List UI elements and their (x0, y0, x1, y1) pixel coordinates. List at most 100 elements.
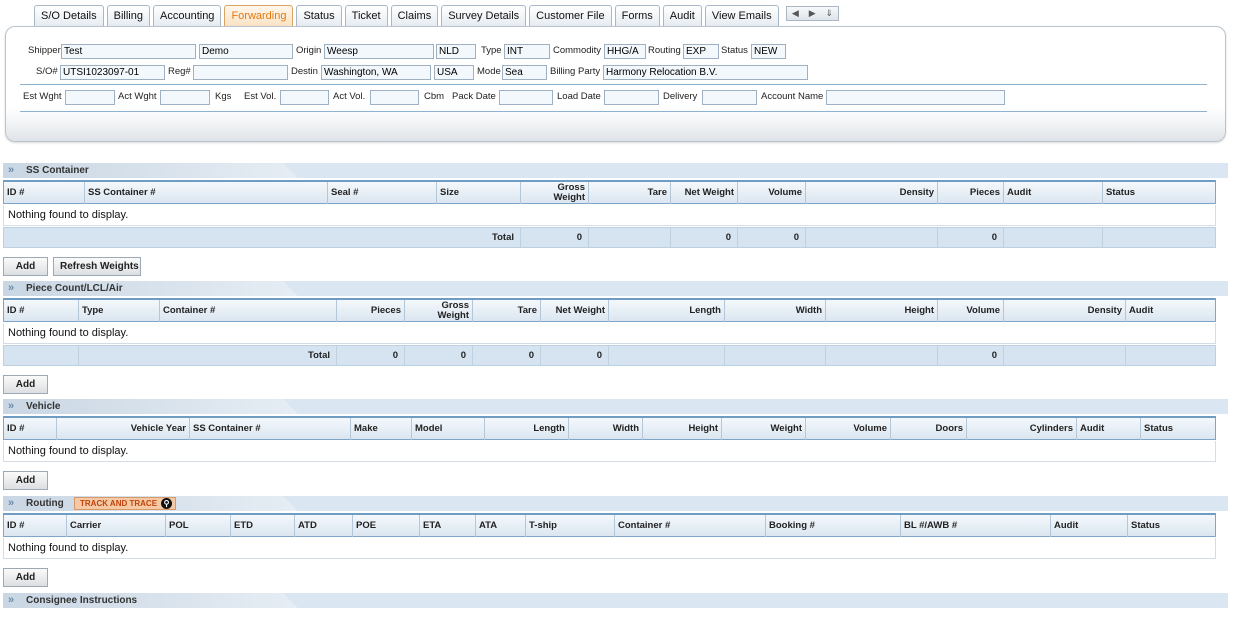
arrow-left-icon[interactable]: ◀ (792, 8, 799, 19)
tab-accounting[interactable]: Accounting (153, 5, 222, 26)
col-id[interactable]: ID # (4, 515, 67, 537)
tab-forms[interactable]: Forms (614, 5, 660, 26)
track-and-trace-button[interactable]: TRACK AND TRACE ⚲ (74, 497, 177, 510)
col-carrier[interactable]: Carrier (67, 515, 166, 537)
col-vehicle-year[interactable]: Vehicle Year (57, 418, 190, 440)
destin-city-field[interactable]: Washington, WA (321, 65, 431, 80)
col-volume[interactable]: Volume (938, 300, 1004, 322)
col-poe[interactable]: POE (353, 515, 420, 537)
status-field[interactable]: NEW (751, 44, 786, 59)
ss-container-section-bar[interactable]: » SS Container (3, 163, 1228, 178)
col-volume[interactable]: Volume (806, 418, 891, 440)
vehicle-add-button[interactable]: Add (3, 471, 48, 490)
col-weight[interactable]: Weight (722, 418, 806, 440)
reg-number-field[interactable] (193, 65, 288, 80)
act-vol-field[interactable] (370, 90, 419, 105)
col-id[interactable]: ID # (4, 418, 57, 440)
col-container[interactable]: Container # (160, 300, 337, 322)
tab-status[interactable]: Status (296, 5, 342, 26)
arrow-down-icon[interactable]: ⇓ (825, 8, 833, 19)
col-density[interactable]: Density (806, 182, 938, 204)
col-make[interactable]: Make (351, 418, 412, 440)
col-bl-awb[interactable]: BL #/AWB # (901, 515, 1051, 537)
col-atd[interactable]: ATD (295, 515, 353, 537)
type-field[interactable]: INT (504, 44, 550, 59)
col-model[interactable]: Model (412, 418, 485, 440)
piece-count-add-button[interactable]: Add (3, 375, 48, 394)
est-vol-field[interactable] (280, 90, 329, 105)
col-length[interactable]: Length (609, 300, 725, 322)
routing-field[interactable]: EXP (683, 44, 719, 59)
col-gross-weight[interactable]: Gross Weight (405, 300, 473, 322)
col-height[interactable]: Height (826, 300, 938, 322)
piece-count-section-bar[interactable]: » Piece Count/LCL/Air (3, 281, 1228, 296)
col-net-weight[interactable]: Net Weight (671, 182, 738, 204)
vehicle-section-bar[interactable]: » Vehicle (3, 399, 1228, 414)
mode-field[interactable]: Sea (502, 65, 547, 80)
col-ata[interactable]: ATA (476, 515, 526, 537)
col-audit[interactable]: Audit (1077, 418, 1141, 440)
col-tare[interactable]: Tare (589, 182, 671, 204)
col-type[interactable]: Type (79, 300, 160, 322)
tab-so-details[interactable]: S/O Details (34, 5, 104, 26)
col-booking[interactable]: Booking # (766, 515, 901, 537)
tab-view-emails[interactable]: View Emails (704, 5, 779, 26)
col-height[interactable]: Height (643, 418, 722, 440)
col-status[interactable]: Status (1141, 418, 1215, 440)
act-weight-field[interactable] (160, 90, 210, 105)
col-id[interactable]: ID # (4, 182, 85, 204)
ss-container-add-button[interactable]: Add (3, 257, 48, 276)
col-gross-weight[interactable]: Gross Weight (521, 182, 589, 204)
col-width[interactable]: Width (725, 300, 826, 322)
arrow-right-icon[interactable]: ▶ (809, 8, 816, 19)
account-name-field[interactable] (826, 90, 1005, 105)
col-density[interactable]: Density (1004, 300, 1126, 322)
col-pieces[interactable]: Pieces (938, 182, 1004, 204)
col-tare[interactable]: Tare (473, 300, 541, 322)
col-pieces[interactable]: Pieces (337, 300, 405, 322)
est-weight-field[interactable] (65, 90, 115, 105)
refresh-weights-button[interactable]: Refresh Weights (53, 257, 141, 276)
col-width[interactable]: Width (569, 418, 643, 440)
so-number-field[interactable]: UTSI1023097-01 (60, 65, 165, 80)
col-doors[interactable]: Doors (891, 418, 967, 440)
origin-country-field[interactable]: NLD (436, 44, 476, 59)
col-audit[interactable]: Audit (1126, 300, 1215, 322)
col-size[interactable]: Size (437, 182, 521, 204)
tab-forwarding[interactable]: Forwarding (224, 5, 294, 26)
col-ss-container[interactable]: SS Container # (190, 418, 351, 440)
tab-billing[interactable]: Billing (106, 5, 150, 26)
col-id[interactable]: ID # (4, 300, 79, 322)
col-eta[interactable]: ETA (420, 515, 476, 537)
tab-survey-details[interactable]: Survey Details (441, 5, 527, 26)
col-audit[interactable]: Audit (1004, 182, 1103, 204)
shipper-last-name-field[interactable]: Demo (199, 44, 293, 59)
tab-claims[interactable]: Claims (390, 5, 439, 26)
origin-city-field[interactable]: Weesp (324, 44, 434, 59)
col-t-ship[interactable]: T-ship (526, 515, 615, 537)
tab-customer-file[interactable]: Customer File (529, 5, 612, 26)
col-pol[interactable]: POL (166, 515, 231, 537)
col-seal[interactable]: Seal # (328, 182, 437, 204)
routing-section-bar[interactable]: » Routing TRACK AND TRACE ⚲ (3, 496, 1228, 511)
consignee-instructions-section-bar[interactable]: » Consignee Instructions (3, 593, 1228, 608)
routing-add-button[interactable]: Add (3, 568, 48, 587)
col-status[interactable]: Status (1103, 182, 1215, 204)
col-cylinders[interactable]: Cylinders (967, 418, 1077, 440)
tab-audit[interactable]: Audit (662, 5, 702, 26)
col-ss-container[interactable]: SS Container # (85, 182, 328, 204)
commodity-field[interactable]: HHG/A (604, 44, 646, 59)
col-container[interactable]: Container # (615, 515, 766, 537)
load-date-field[interactable] (604, 90, 659, 105)
shipper-first-name-field[interactable]: Test (61, 44, 196, 59)
pack-date-field[interactable] (499, 90, 553, 105)
col-audit[interactable]: Audit (1051, 515, 1128, 537)
destin-country-field[interactable]: USA (434, 65, 474, 80)
billing-party-field[interactable]: Harmony Relocation B.V. (603, 65, 808, 80)
col-etd[interactable]: ETD (231, 515, 295, 537)
col-volume[interactable]: Volume (738, 182, 806, 204)
col-status[interactable]: Status (1128, 515, 1215, 537)
col-length[interactable]: Length (485, 418, 569, 440)
col-net-weight[interactable]: Net Weight (541, 300, 609, 322)
tab-ticket[interactable]: Ticket (344, 5, 388, 26)
